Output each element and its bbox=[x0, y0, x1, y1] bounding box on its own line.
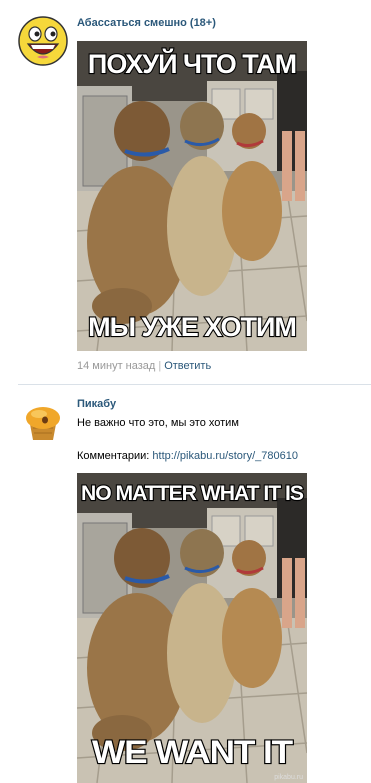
meme-bottom-caption: WE WANT IT bbox=[92, 734, 294, 770]
meme-top-caption: NO MATTER WHAT IT IS bbox=[81, 482, 304, 505]
awesome-smiley-face-icon bbox=[18, 16, 68, 66]
avatar-pikabu[interactable] bbox=[18, 396, 68, 446]
post-timestamp[interactable]: 14 минут назад bbox=[77, 360, 155, 372]
reply-link[interactable]: Ответить bbox=[164, 360, 211, 372]
post-text: Не важно что это, мы это хотим bbox=[77, 417, 239, 429]
avatar-abassatsya[interactable] bbox=[18, 16, 68, 66]
post-2: Пикабу Не важно что это, мы это хотим Ко… bbox=[0, 385, 371, 783]
pikabu-cupcake-logo-icon bbox=[18, 396, 68, 446]
dogs-kitchen-photo: NO MATTER WHAT IT IS WE WANT IT pikabu.r… bbox=[77, 473, 307, 783]
meme-bottom-caption: МЫ УЖЕ ХОТИМ bbox=[88, 312, 296, 342]
dogs-kitchen-photo: ПОХУЙ ЧТО ТАМ МЫ УЖЕ ХОТИМ bbox=[77, 41, 307, 351]
comments-link[interactable]: http://pikabu.ru/story/_780610 bbox=[152, 450, 298, 462]
watermark-text: pikabu.ru bbox=[274, 774, 303, 781]
post-meta: 14 минут назад | Ответить bbox=[77, 360, 211, 372]
comments-label: Комментарии: bbox=[77, 450, 150, 462]
meta-separator: | bbox=[158, 360, 162, 372]
post-image[interactable]: NO MATTER WHAT IT IS WE WANT IT pikabu.r… bbox=[77, 473, 307, 783]
post-1: Абассаться смешно (18+) ПОХУЙ ЧТО ТАМ МЫ… bbox=[0, 0, 371, 385]
post-author[interactable]: Абассаться смешно (18+) bbox=[77, 17, 216, 29]
meme-top-caption: ПОХУЙ ЧТО ТАМ bbox=[88, 48, 296, 79]
post-comments-line: Комментарии: http://pikabu.ru/story/_780… bbox=[77, 450, 298, 462]
post-author[interactable]: Пикабу bbox=[77, 398, 116, 410]
post-image[interactable]: ПОХУЙ ЧТО ТАМ МЫ УЖЕ ХОТИМ bbox=[77, 41, 307, 351]
